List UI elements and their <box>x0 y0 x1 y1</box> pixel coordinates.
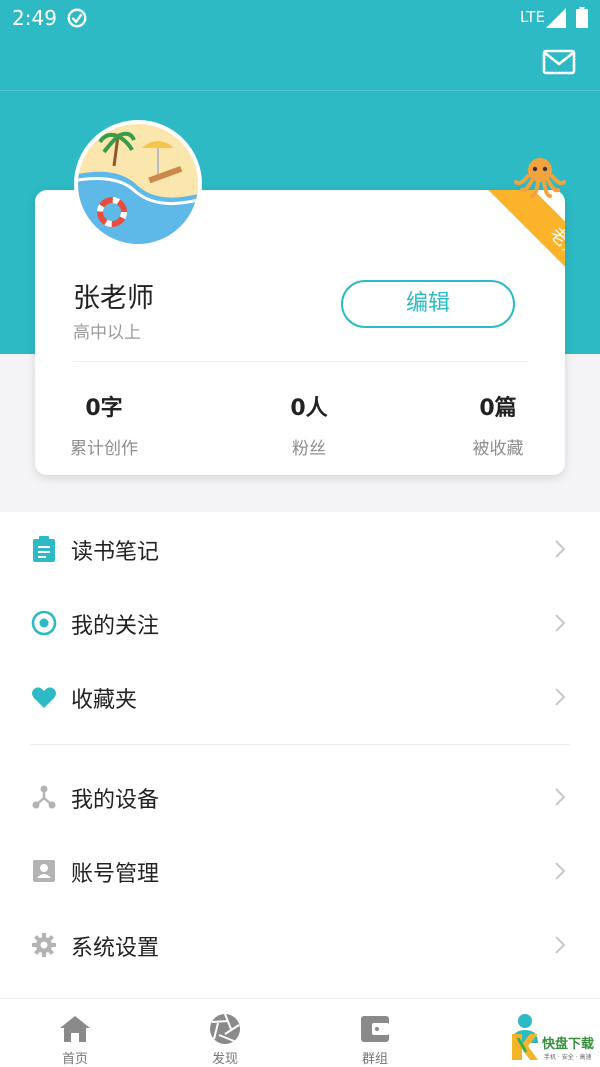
role-badge: 老师 <box>545 223 565 264</box>
chevron-right-icon <box>555 788 566 806</box>
stat-value: 0人 <box>290 396 328 421</box>
stat-label: 被收藏 <box>472 439 524 459</box>
chevron-right-icon <box>555 936 566 954</box>
menu-item-label: 系统设置 <box>71 936 160 961</box>
nav-tab-groups[interactable]: 群组 <box>300 999 450 1067</box>
wallet-icon <box>361 1016 389 1042</box>
stat-value: 0篇 <box>479 396 517 421</box>
chevron-right-icon <box>555 540 566 558</box>
menu-item-label: 读书笔记 <box>71 540 160 565</box>
chevron-right-icon <box>555 688 566 706</box>
menu-item-favorites[interactable]: 收藏夹 <box>0 660 600 734</box>
status-bar: 2:49 LTE <box>0 0 600 36</box>
menu-item-label: 账号管理 <box>71 862 160 887</box>
sync-icon <box>67 8 87 28</box>
nav-label: 群组 <box>361 1052 388 1067</box>
stat-followers[interactable]: 0人 粉丝 <box>244 390 374 459</box>
menu-item-my-devices[interactable]: 我的设备 <box>0 760 600 834</box>
user-grade: 高中以上 <box>73 323 141 343</box>
watermark-subtext: 手机 · 安全 · 高速 <box>544 1053 591 1061</box>
menu-divider <box>30 744 570 745</box>
aperture-icon <box>210 1013 240 1044</box>
stat-label: 累计创作 <box>70 439 138 459</box>
watermark-text: 快盘下载 <box>542 1036 594 1052</box>
menu-list: 读书笔记 我的关注 收藏夹 我的设备 账号管理 系统设置 <box>0 512 600 998</box>
nav-tab-discover[interactable]: 发现 <box>150 999 300 1067</box>
nav-label: 发现 <box>211 1052 238 1067</box>
stat-favorited[interactable]: 0篇 被收藏 <box>433 390 563 459</box>
network-type: LTE <box>520 8 545 26</box>
account-card-icon <box>33 860 55 882</box>
clipboard-icon <box>33 536 55 562</box>
target-icon <box>31 610 57 636</box>
gear-icon <box>32 933 56 957</box>
stat-words[interactable]: 0字 累计创作 <box>39 390 169 459</box>
card-divider <box>73 361 529 362</box>
chevron-right-icon <box>555 862 566 880</box>
heart-icon <box>32 687 56 708</box>
menu-item-label: 我的关注 <box>71 614 160 639</box>
device-network-icon <box>32 785 56 809</box>
stat-label: 粉丝 <box>292 439 326 459</box>
home-icon <box>60 1016 90 1042</box>
status-time: 2:49 <box>12 6 57 30</box>
octopus-mascot-icon <box>514 158 566 198</box>
menu-item-label: 我的设备 <box>71 788 160 813</box>
user-name: 张老师 <box>73 283 154 314</box>
chevron-right-icon <box>555 614 566 632</box>
site-watermark-logo: 快盘下载 手机 · 安全 · 高速 <box>508 1028 598 1064</box>
toolbar-divider <box>0 90 600 91</box>
menu-item-following[interactable]: 我的关注 <box>0 586 600 660</box>
signal-icon <box>546 8 566 28</box>
nav-label: 首页 <box>61 1052 88 1067</box>
edit-profile-button[interactable]: 编辑 <box>341 280 515 328</box>
mail-icon[interactable] <box>542 48 576 76</box>
avatar[interactable] <box>74 120 202 248</box>
menu-item-reading-notes[interactable]: 读书笔记 <box>0 512 600 586</box>
battery-icon <box>576 7 588 28</box>
menu-item-system-settings[interactable]: 系统设置 <box>0 908 600 982</box>
beach-avatar-illustration <box>78 124 198 244</box>
menu-item-label: 收藏夹 <box>71 688 138 713</box>
nav-tab-home[interactable]: 首页 <box>0 999 150 1067</box>
menu-item-account-management[interactable]: 账号管理 <box>0 834 600 908</box>
stat-value: 0字 <box>85 396 123 421</box>
